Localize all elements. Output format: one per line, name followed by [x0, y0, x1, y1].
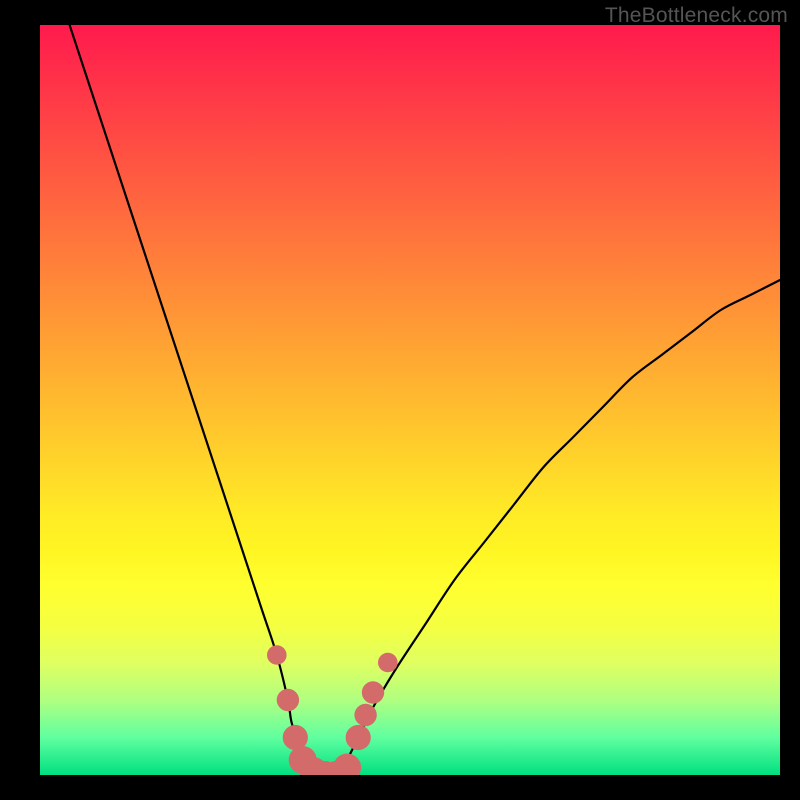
- marker-point: [354, 704, 376, 726]
- marker-point: [267, 645, 287, 665]
- marker-point: [277, 689, 299, 711]
- highlighted-markers: [267, 645, 398, 775]
- marker-point: [333, 754, 361, 776]
- bottleneck-curve: [70, 25, 780, 775]
- watermark-text: TheBottleneck.com: [605, 4, 788, 28]
- marker-point: [362, 681, 384, 703]
- chart-svg: [40, 25, 780, 775]
- marker-point: [378, 653, 398, 673]
- chart-plot-area: [40, 25, 780, 775]
- marker-point: [346, 725, 371, 750]
